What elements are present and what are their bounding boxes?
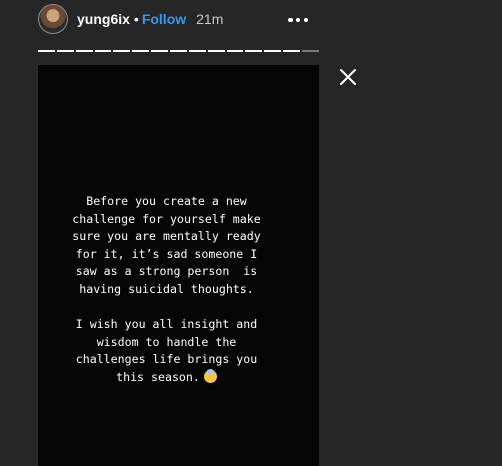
username[interactable]: yung6ix (77, 11, 130, 27)
progress-segment (56, 50, 74, 52)
progress-segment (94, 50, 112, 52)
progress-segment (38, 50, 55, 52)
progress-segment (113, 50, 131, 52)
progress-segment (283, 50, 301, 52)
timestamp: 21m (196, 11, 224, 27)
story-viewer: yung6ix • Follow 21m Before you create a… (0, 0, 502, 466)
progress-segment (188, 50, 206, 52)
progress-segment (75, 50, 93, 52)
follow-button[interactable]: Follow (142, 11, 186, 27)
progress-segment (170, 50, 187, 52)
progress-segment (264, 50, 282, 52)
separator-dot: • (133, 11, 139, 27)
story-progress-bar (38, 50, 319, 52)
story-header: yung6ix • Follow 21m (38, 4, 223, 34)
avatar[interactable] (38, 4, 68, 34)
face-with-halo-icon (203, 368, 217, 383)
close-icon[interactable] (339, 68, 357, 86)
progress-segment (226, 50, 244, 52)
story-text: Before you create a new challenge for yo… (44, 193, 289, 387)
progress-segment (302, 50, 319, 52)
progress-segment (245, 50, 263, 52)
progress-segment (151, 50, 169, 52)
story-content[interactable]: Before you create a new challenge for yo… (38, 65, 319, 466)
progress-segment (132, 50, 150, 52)
progress-segment (207, 50, 225, 52)
story-caption: Before you create a new challenge for yo… (72, 194, 261, 384)
more-options-icon[interactable] (288, 17, 308, 23)
